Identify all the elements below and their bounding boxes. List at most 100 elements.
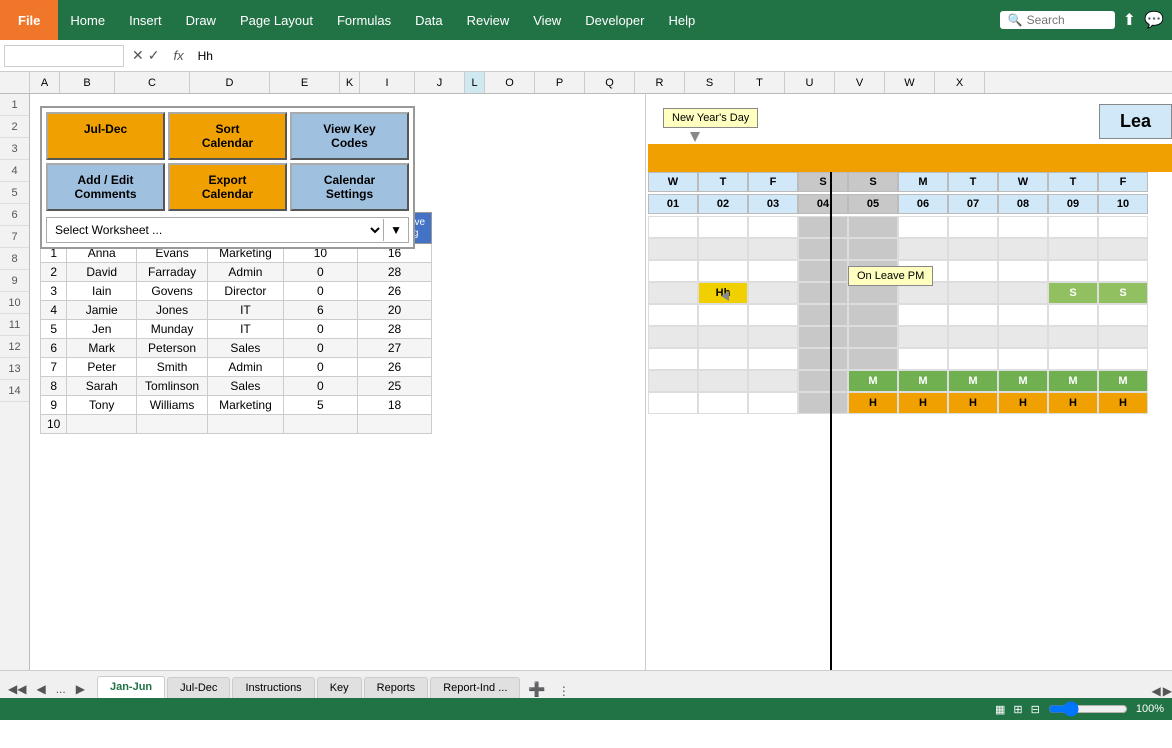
menu-home[interactable]: Home: [58, 0, 117, 40]
tab-jul-dec[interactable]: Jul-Dec: [167, 677, 230, 698]
cal-cell-empty: [1098, 238, 1148, 260]
jul-dec-button[interactable]: Jul-Dec: [46, 112, 165, 160]
col-header-u: U: [785, 72, 835, 93]
cal-cell-empty: [698, 326, 748, 348]
cal-cell-h: H: [898, 392, 948, 414]
vertical-divider: [645, 94, 646, 670]
col-header-p: P: [535, 72, 585, 93]
cal-cell-m: M: [898, 370, 948, 392]
cal-cell: [698, 304, 748, 326]
search-box[interactable]: 🔍: [1000, 11, 1115, 29]
cal-cell-weekend: [798, 392, 848, 414]
menu-formulas[interactable]: Formulas: [325, 0, 403, 40]
table-row: 10: [41, 415, 432, 434]
confirm-icon[interactable]: ✓: [148, 47, 160, 64]
menu-data[interactable]: Data: [403, 0, 454, 40]
tab-report-ind[interactable]: Report-Ind ...: [430, 677, 520, 698]
cal-cell-empty: [998, 238, 1048, 260]
view-normal-icon[interactable]: ▦: [995, 703, 1005, 716]
row-num-3: 3: [0, 138, 29, 160]
menu-developer[interactable]: Developer: [573, 0, 656, 40]
cal-cell: [898, 348, 948, 370]
on-leave-pm-callout: On Leave PM: [848, 266, 933, 286]
col-header-x: X: [935, 72, 985, 93]
search-input[interactable]: [1027, 13, 1107, 27]
sheet-menu-button[interactable]: ⋮: [552, 684, 576, 698]
tab-nav-more[interactable]: ...: [52, 680, 70, 698]
worksheet-select[interactable]: Select Worksheet ...: [47, 218, 383, 242]
status-bar: ▦ ⊞ ⊟ 100%: [0, 698, 1172, 720]
formula-icons: ✕ ✓: [128, 47, 163, 64]
cal-row-8: M M M M M M: [648, 370, 1148, 392]
tab-nav-next[interactable]: ▶: [72, 680, 89, 698]
add-edit-comments-button[interactable]: Add / Edit Comments: [46, 163, 165, 211]
dropdown-arrow-icon[interactable]: ▼: [383, 219, 408, 241]
table-row: 7PeterSmithAdmin026: [41, 358, 432, 377]
file-button[interactable]: File: [0, 0, 58, 40]
calendar-settings-button[interactable]: Calendar Settings: [290, 163, 409, 211]
menu-view[interactable]: View: [521, 0, 573, 40]
cal-cell-empty: [648, 282, 698, 304]
view-break-icon[interactable]: ⊟: [1031, 703, 1040, 716]
zoom-slider[interactable]: [1048, 701, 1128, 717]
tab-nav-prev[interactable]: ◀: [32, 680, 49, 698]
row-num-6: 6: [0, 204, 29, 226]
day-col-0: W: [648, 172, 698, 192]
cal-cell-empty: [898, 326, 948, 348]
cal-cell: [748, 304, 798, 326]
col-header-j: J: [415, 72, 465, 93]
view-layout-icon[interactable]: ⊞: [1013, 703, 1022, 716]
scroll-right-icon[interactable]: ▶: [1163, 684, 1172, 698]
search-icon: 🔍: [1008, 13, 1023, 27]
on-leave-arrow-icon: [721, 291, 729, 301]
new-years-day-callout: New Year's Day: [663, 108, 758, 128]
cal-cell-empty: [698, 238, 748, 260]
day-col-3: S: [798, 172, 848, 192]
menu-help[interactable]: Help: [656, 0, 707, 40]
export-calendar-button[interactable]: Export Calendar: [168, 163, 287, 211]
cal-cell: [998, 348, 1048, 370]
name-box[interactable]: [4, 45, 124, 67]
col-header-t: T: [735, 72, 785, 93]
comments-icon[interactable]: 💬: [1144, 10, 1164, 30]
menu-insert[interactable]: Insert: [117, 0, 174, 40]
worksheet-select-row[interactable]: Select Worksheet ... ▼: [46, 217, 409, 243]
cal-cell-empty: [698, 370, 748, 392]
cancel-icon[interactable]: ✕: [132, 47, 144, 64]
formula-input[interactable]: [194, 49, 1168, 63]
cal-cell-h: H: [1048, 392, 1098, 414]
tab-key[interactable]: Key: [317, 677, 362, 698]
day-col-4: S: [848, 172, 898, 192]
tab-jan-jun[interactable]: Jan-Jun: [97, 676, 165, 698]
cal-cell: [648, 304, 698, 326]
tab-instructions[interactable]: Instructions: [232, 677, 314, 698]
share-icon[interactable]: ⬆: [1123, 10, 1136, 30]
tab-reports[interactable]: Reports: [364, 677, 429, 698]
sort-calendar-button[interactable]: Sort Calendar: [168, 112, 287, 160]
tab-nav-first[interactable]: ◀◀: [4, 680, 30, 698]
date-col-5: 06: [898, 194, 948, 214]
menu-draw[interactable]: Draw: [174, 0, 228, 40]
cal-cell: [648, 392, 698, 414]
day-col-1: T: [698, 172, 748, 192]
tab-nav: ◀◀ ◀ ... ▶: [4, 680, 89, 698]
cal-cell-weekend: [798, 260, 848, 282]
cal-cell: [698, 348, 748, 370]
cal-row-6: [648, 326, 1148, 348]
cal-cell-weekend: [848, 304, 898, 326]
cal-cell: [948, 348, 998, 370]
cal-cell: [1048, 260, 1098, 282]
add-sheet-button[interactable]: ➕: [522, 681, 551, 698]
status-right: ▦ ⊞ ⊟ 100%: [995, 701, 1164, 717]
col-header-v: V: [835, 72, 885, 93]
date-col-8: 09: [1048, 194, 1098, 214]
cal-cell: [748, 260, 798, 282]
date-col-4: 05: [848, 194, 898, 214]
cal-cell: [898, 216, 948, 238]
menu-review[interactable]: Review: [455, 0, 522, 40]
scroll-left-icon[interactable]: ◀: [1152, 684, 1161, 698]
menu-page-layout[interactable]: Page Layout: [228, 0, 325, 40]
row-num-14: 14: [0, 380, 29, 402]
view-key-codes-button[interactable]: View Key Codes: [290, 112, 409, 160]
cal-cell-empty: [648, 326, 698, 348]
